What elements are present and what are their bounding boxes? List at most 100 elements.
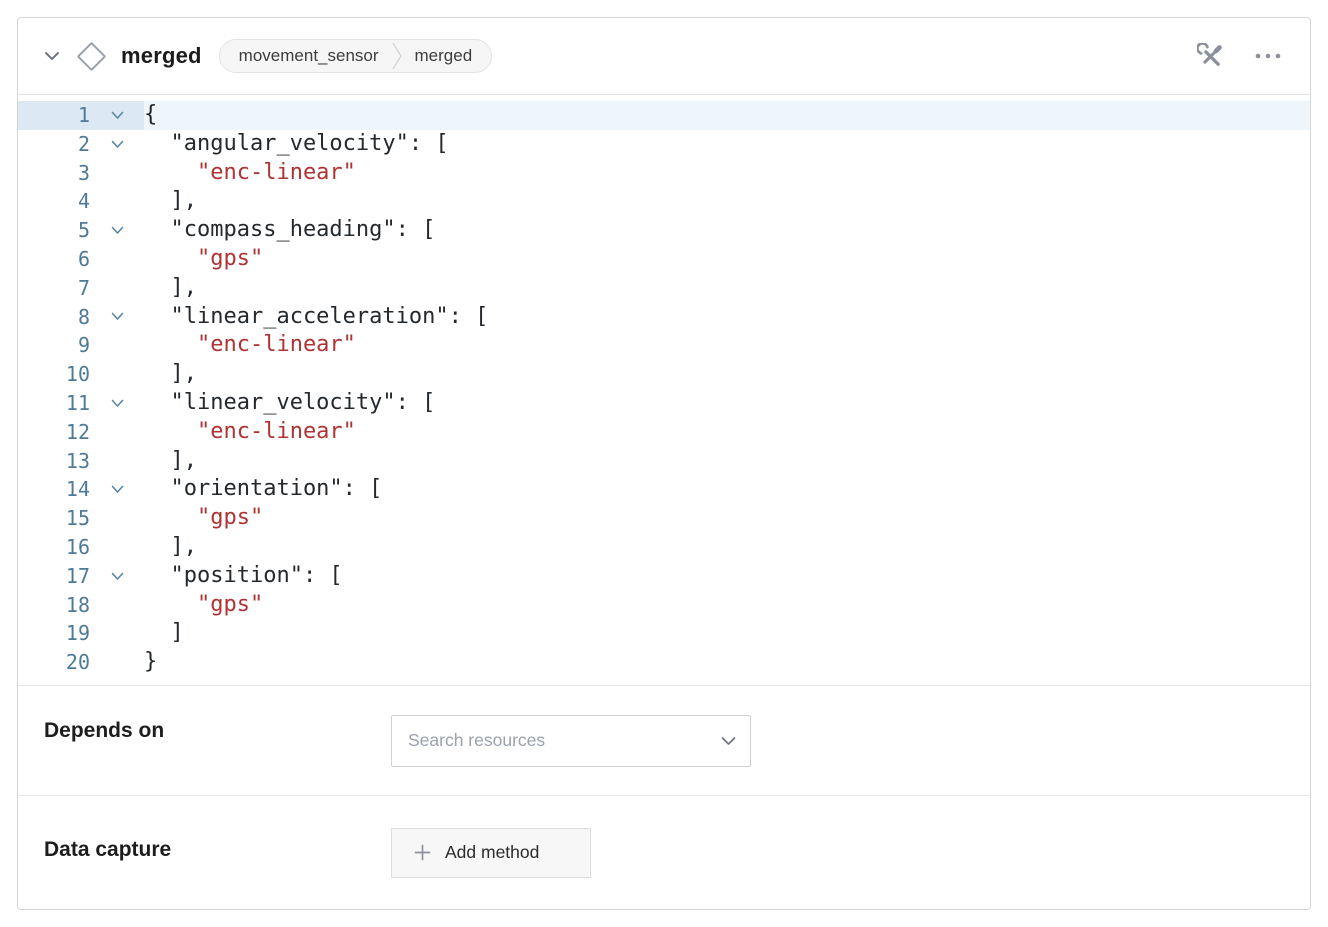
line-number: 19 bbox=[18, 619, 90, 648]
code-line[interactable]: 3 "enc-linear" bbox=[18, 159, 1310, 188]
code-line-text: ], bbox=[144, 447, 1310, 476]
depends-on-dropdown[interactable] bbox=[391, 715, 751, 767]
code-line[interactable]: 2 "angular_velocity": [ bbox=[18, 130, 1310, 159]
code-line-text: "linear_velocity": [ bbox=[144, 389, 1310, 418]
code-line-text: ] bbox=[144, 619, 1310, 648]
line-number: 12 bbox=[18, 418, 90, 447]
fold-chevron-icon[interactable] bbox=[90, 216, 144, 245]
code-line[interactable]: 9 "enc-linear" bbox=[18, 331, 1310, 360]
search-resources-input[interactable] bbox=[392, 716, 750, 766]
code-line[interactable]: 17 "position": [ bbox=[18, 562, 1310, 591]
code-line-text: "angular_velocity": [ bbox=[144, 130, 1310, 159]
code-line-text: "orientation": [ bbox=[144, 475, 1310, 504]
code-line[interactable]: 11 "linear_velocity": [ bbox=[18, 389, 1310, 418]
code-line-text: "gps" bbox=[144, 591, 1310, 620]
card-header: merged movement_sensor merged bbox=[18, 18, 1310, 95]
line-number: 14 bbox=[18, 475, 90, 504]
line-number: 2 bbox=[18, 130, 90, 159]
code-line[interactable]: 10 ], bbox=[18, 360, 1310, 389]
code-line-text: ], bbox=[144, 533, 1310, 562]
breadcrumb: movement_sensor merged bbox=[219, 39, 492, 73]
code-line-text: ], bbox=[144, 360, 1310, 389]
code-line-text: "enc-linear" bbox=[144, 159, 1310, 188]
fold-chevron-icon[interactable] bbox=[90, 331, 144, 360]
code-line[interactable]: 6 "gps" bbox=[18, 245, 1310, 274]
add-method-button[interactable]: Add method bbox=[391, 828, 591, 878]
code-line-text: "position": [ bbox=[144, 562, 1310, 591]
plus-icon bbox=[414, 844, 431, 861]
code-line[interactable]: 16 ], bbox=[18, 533, 1310, 562]
code-line[interactable]: 4 ], bbox=[18, 187, 1310, 216]
code-line-text: ], bbox=[144, 274, 1310, 303]
breadcrumb-separator-icon bbox=[392, 41, 402, 71]
add-method-label: Add method bbox=[445, 842, 539, 863]
data-capture-label: Data capture bbox=[44, 828, 391, 862]
line-number: 10 bbox=[18, 360, 90, 389]
resource-title: merged bbox=[121, 43, 202, 69]
collapse-chevron-icon[interactable] bbox=[44, 51, 60, 61]
code-line-text: { bbox=[144, 101, 1310, 130]
code-line[interactable]: 12 "enc-linear" bbox=[18, 418, 1310, 447]
line-number: 5 bbox=[18, 216, 90, 245]
fold-chevron-icon[interactable] bbox=[90, 245, 144, 274]
fold-chevron-icon[interactable] bbox=[90, 648, 144, 677]
breadcrumb-item-type: movement_sensor bbox=[239, 46, 379, 66]
code-line-text: "gps" bbox=[144, 504, 1310, 533]
code-line[interactable]: 15 "gps" bbox=[18, 504, 1310, 533]
fold-chevron-icon[interactable] bbox=[90, 303, 144, 332]
fold-chevron-icon[interactable] bbox=[90, 619, 144, 648]
json-code-editor[interactable]: 1 { 2 "angular_velocity": [ 3 "enc-linea… bbox=[18, 95, 1310, 685]
fold-chevron-icon[interactable] bbox=[90, 475, 144, 504]
code-line-text: "enc-linear" bbox=[144, 331, 1310, 360]
menu-ellipsis-icon[interactable] bbox=[1252, 50, 1284, 62]
code-line[interactable]: 20 } bbox=[18, 648, 1310, 677]
fold-chevron-icon[interactable] bbox=[90, 562, 144, 591]
line-number: 11 bbox=[18, 389, 90, 418]
fold-chevron-icon[interactable] bbox=[90, 101, 144, 130]
data-capture-section: Data capture Add method bbox=[18, 795, 1310, 909]
code-line[interactable]: 5 "compass_heading": [ bbox=[18, 216, 1310, 245]
fold-chevron-icon[interactable] bbox=[90, 274, 144, 303]
code-line[interactable]: 19 ] bbox=[18, 619, 1310, 648]
line-number: 3 bbox=[18, 159, 90, 188]
fold-chevron-icon[interactable] bbox=[90, 591, 144, 620]
fold-chevron-icon[interactable] bbox=[90, 130, 144, 159]
line-number: 6 bbox=[18, 245, 90, 274]
code-line-text: "linear_acceleration": [ bbox=[144, 303, 1310, 332]
code-line-text: } bbox=[144, 648, 1310, 677]
code-line-text: "enc-linear" bbox=[144, 418, 1310, 447]
line-number: 4 bbox=[18, 187, 90, 216]
code-editor-lines: 1 { 2 "angular_velocity": [ 3 "enc-linea… bbox=[18, 101, 1310, 677]
code-line[interactable]: 1 { bbox=[18, 101, 1310, 130]
code-line[interactable]: 8 "linear_acceleration": [ bbox=[18, 303, 1310, 332]
breadcrumb-item-model: merged bbox=[415, 46, 473, 66]
code-line[interactable]: 7 ], bbox=[18, 274, 1310, 303]
code-line-text: ], bbox=[144, 187, 1310, 216]
line-number: 13 bbox=[18, 447, 90, 476]
fold-chevron-icon[interactable] bbox=[90, 360, 144, 389]
fold-chevron-icon[interactable] bbox=[90, 504, 144, 533]
fold-chevron-icon[interactable] bbox=[90, 187, 144, 216]
line-number: 20 bbox=[18, 648, 90, 677]
tools-icon[interactable] bbox=[1195, 41, 1226, 72]
line-number: 8 bbox=[18, 303, 90, 332]
code-line[interactable]: 13 ], bbox=[18, 447, 1310, 476]
fold-chevron-icon[interactable] bbox=[90, 418, 144, 447]
fold-chevron-icon[interactable] bbox=[90, 159, 144, 188]
line-number: 1 bbox=[18, 101, 90, 130]
resource-card: merged movement_sensor merged bbox=[17, 17, 1311, 910]
fold-chevron-icon[interactable] bbox=[90, 533, 144, 562]
code-line[interactable]: 18 "gps" bbox=[18, 591, 1310, 620]
resource-type-diamond-icon bbox=[77, 41, 107, 71]
line-number: 16 bbox=[18, 533, 90, 562]
fold-chevron-icon[interactable] bbox=[90, 389, 144, 418]
code-line[interactable]: 14 "orientation": [ bbox=[18, 475, 1310, 504]
line-number: 7 bbox=[18, 274, 90, 303]
depends-on-section: Depends on bbox=[18, 685, 1310, 795]
line-number: 17 bbox=[18, 562, 90, 591]
fold-chevron-icon[interactable] bbox=[90, 447, 144, 476]
line-number: 18 bbox=[18, 591, 90, 620]
code-line-text: "compass_heading": [ bbox=[144, 216, 1310, 245]
code-line-text: "gps" bbox=[144, 245, 1310, 274]
line-number: 15 bbox=[18, 504, 90, 533]
